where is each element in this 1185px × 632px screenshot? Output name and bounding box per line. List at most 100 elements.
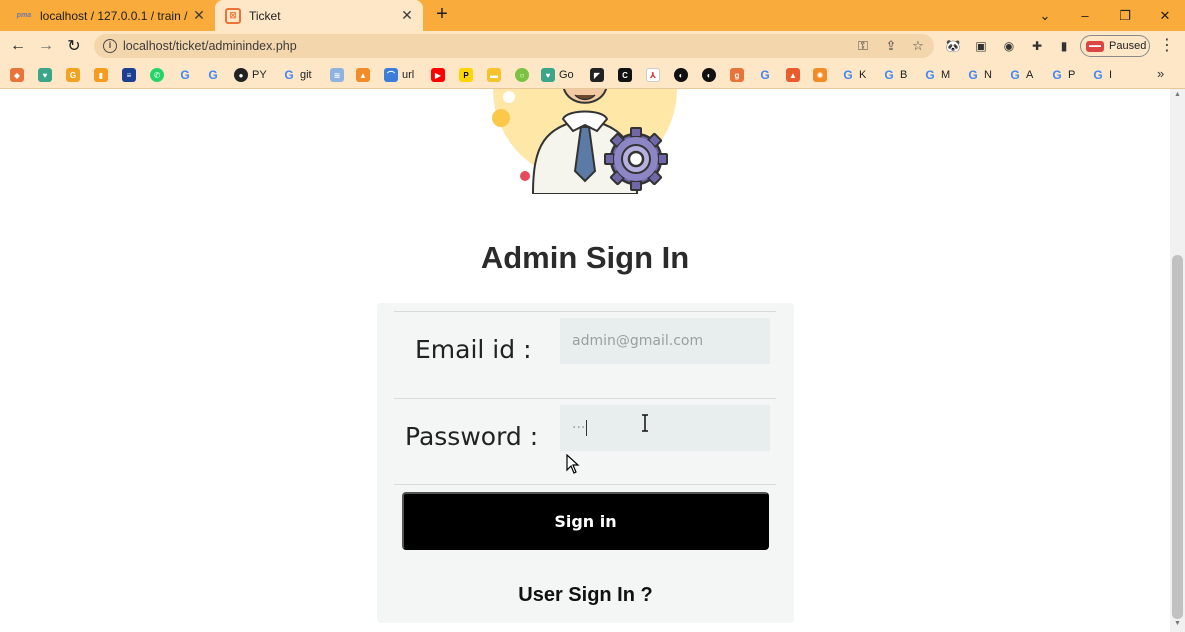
google-icon: G bbox=[760, 68, 770, 82]
whatsapp-icon: ✆ bbox=[150, 68, 164, 82]
new-tab-button[interactable]: + bbox=[431, 4, 453, 26]
bookmark-item[interactable]: ▲ bbox=[356, 66, 374, 84]
google-icon: G bbox=[1010, 68, 1020, 82]
site-info-icon[interactable]: i bbox=[103, 39, 117, 53]
admin-signin-card: Email id : admin@gmail.com Password : ··… bbox=[377, 303, 794, 623]
bookmark-item[interactable]: ♥ Go bbox=[541, 66, 574, 84]
bookmark-item[interactable]: ⅄ bbox=[646, 66, 664, 84]
bookmark-item[interactable]: G bbox=[206, 66, 224, 84]
bookmark-item[interactable]: GB bbox=[882, 66, 907, 84]
extension-icon[interactable]: ▣ bbox=[971, 36, 991, 56]
bookmark-item[interactable]: ○ bbox=[515, 66, 533, 84]
phpmyadmin-icon: pma bbox=[16, 12, 32, 19]
bookmark-icon: ◐ bbox=[702, 68, 716, 82]
share-icon[interactable]: ⇪ bbox=[882, 37, 900, 55]
extension-icon[interactable]: ◉ bbox=[999, 36, 1019, 56]
bookmark-item[interactable]: GP bbox=[1050, 66, 1075, 84]
minimize-button[interactable]: – bbox=[1065, 0, 1105, 31]
key-icon[interactable]: ⚿ bbox=[854, 37, 872, 55]
signin-button[interactable]: Sign in bbox=[402, 492, 769, 550]
bookmark-label: B bbox=[900, 69, 908, 81]
tab-title: localhost / 127.0.0.1 / train / user bbox=[40, 8, 189, 23]
bookmark-item[interactable]: P bbox=[459, 66, 477, 84]
tab-phpmyadmin[interactable]: pma localhost / 127.0.0.1 / train / user… bbox=[8, 0, 215, 31]
google-icon: G bbox=[284, 68, 294, 82]
bookmark-item[interactable]: C bbox=[618, 66, 636, 84]
bookmark-item[interactable]: ✆ bbox=[150, 66, 168, 84]
back-button[interactable]: ← bbox=[6, 34, 30, 58]
bookmarks-bar: ◆ ♥ G ▮ ≡ ✆ G G ● PY Ggit ≋ ▲ ⌒ url ▶ P ▬ … bbox=[0, 61, 1185, 89]
reload-button[interactable]: ↻ bbox=[62, 34, 86, 58]
page-viewport: Admin Sign In Email id : admin@gmail.com… bbox=[0, 89, 1170, 632]
bookmark-icon: ♥ bbox=[38, 68, 52, 82]
password-value: ··· bbox=[572, 420, 586, 436]
close-icon[interactable]: ✕ bbox=[189, 6, 209, 26]
more-menu-icon[interactable]: ⋮ bbox=[1157, 36, 1177, 56]
tab-search-icon[interactable]: ⌄ bbox=[1025, 0, 1065, 31]
close-icon[interactable]: ✕ bbox=[397, 6, 417, 26]
email-field[interactable]: admin@gmail.com bbox=[560, 318, 770, 364]
bookmark-item[interactable]: GN bbox=[966, 66, 992, 84]
star-icon[interactable]: ☆ bbox=[909, 37, 927, 55]
address-bar[interactable]: i localhost/ticket/adminindex.php ⚿ ⇪ ☆ bbox=[94, 34, 934, 58]
text-caret bbox=[586, 420, 588, 436]
xampp-icon: ⊠ bbox=[225, 7, 241, 24]
bookmark-item[interactable]: G bbox=[178, 66, 196, 84]
bookmark-label: git bbox=[300, 69, 312, 81]
bookmark-item[interactable]: GM bbox=[923, 66, 950, 84]
bookmark-item[interactable]: ◤ bbox=[590, 66, 608, 84]
close-window-button[interactable]: ✕ bbox=[1145, 0, 1185, 31]
bookmark-icon: ⅄ bbox=[646, 68, 660, 82]
bookmark-item[interactable]: ● PY bbox=[234, 66, 267, 84]
bookmark-item[interactable]: ◐ bbox=[674, 66, 692, 84]
bookmark-item[interactable]: ✺ bbox=[813, 66, 831, 84]
bookmark-item[interactable]: GK bbox=[841, 66, 866, 84]
scroll-down-icon[interactable]: ▼ bbox=[1170, 620, 1185, 630]
url-text[interactable]: localhost/ticket/adminindex.php bbox=[123, 39, 297, 53]
user-signin-link[interactable]: User Sign In ? bbox=[377, 584, 794, 607]
bookmark-item[interactable]: ▲ bbox=[786, 66, 804, 84]
bookmark-item[interactable]: ▮ bbox=[94, 66, 112, 84]
restore-button[interactable]: ❐ bbox=[1105, 0, 1145, 31]
bookmark-item[interactable]: ⌒ url bbox=[384, 66, 414, 84]
bookmarks-overflow-icon[interactable]: » bbox=[1157, 66, 1164, 81]
bookmark-label: M bbox=[941, 69, 951, 81]
bookmark-item[interactable]: ♥ bbox=[38, 66, 56, 84]
forward-button[interactable]: → bbox=[34, 34, 58, 58]
profile-paused-button[interactable]: ▬▬ Paused bbox=[1080, 35, 1150, 57]
side-panel-icon[interactable]: ▮ bbox=[1054, 36, 1074, 56]
bookmark-item[interactable]: g bbox=[730, 66, 748, 84]
bookmark-item[interactable]: GI bbox=[1091, 66, 1112, 84]
bookmark-item[interactable]: ≋ bbox=[330, 66, 348, 84]
vertical-scrollbar[interactable]: ▲ ▼ bbox=[1170, 89, 1185, 632]
bookmark-item[interactable]: ▶ bbox=[431, 66, 449, 84]
bookmark-item[interactable]: ◆ bbox=[10, 66, 28, 84]
bookmark-item[interactable]: ◐ bbox=[702, 66, 720, 84]
browser-toolbar: ← → ↻ i localhost/ticket/adminindex.php … bbox=[0, 31, 1185, 61]
password-field[interactable]: ··· bbox=[560, 405, 770, 451]
scroll-thumb[interactable] bbox=[1172, 255, 1183, 619]
email-label: Email id : bbox=[415, 335, 532, 364]
bookmark-item[interactable]: ≡ bbox=[122, 66, 140, 84]
tab-ticket[interactable]: ⊠ Ticket ✕ bbox=[215, 0, 423, 31]
divider bbox=[394, 398, 776, 399]
google-icon: G bbox=[925, 68, 935, 82]
google-icon: G bbox=[1093, 68, 1103, 82]
bookmark-item[interactable]: ▬ bbox=[487, 66, 505, 84]
bookmark-item[interactable]: G bbox=[66, 66, 84, 84]
puzzle-icon[interactable]: ✚ bbox=[1027, 36, 1047, 56]
scroll-up-icon[interactable]: ▲ bbox=[1170, 91, 1185, 101]
password-label: Password : bbox=[405, 422, 539, 451]
bookmark-item[interactable]: G bbox=[758, 66, 776, 84]
bookmark-label: I bbox=[1109, 69, 1113, 81]
ieee-icon: ≡ bbox=[122, 68, 136, 82]
bookmark-item[interactable]: Ggit bbox=[282, 66, 312, 84]
bookmark-label: P bbox=[1068, 69, 1076, 81]
bookmark-icon: ▲ bbox=[786, 68, 800, 82]
bookmark-label: url bbox=[402, 69, 415, 81]
bookmark-item[interactable]: GA bbox=[1008, 66, 1033, 84]
google-icon: G bbox=[843, 68, 853, 82]
divider bbox=[394, 311, 776, 312]
google-icon: G bbox=[884, 68, 894, 82]
panda-extension-icon[interactable]: 🐼 bbox=[943, 36, 963, 56]
